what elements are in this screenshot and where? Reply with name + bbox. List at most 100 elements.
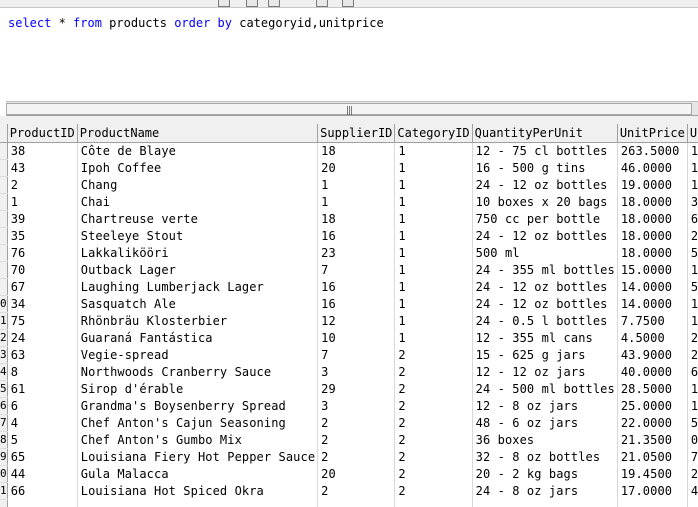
table-cell[interactable]: 24 - 12 oz bottles — [472, 278, 618, 295]
table-row[interactable]: 70 Outback Lager 7 1 24 - 355 ml bottles 15.0… — [0, 261, 698, 279]
table-cell[interactable]: 5 — [7, 431, 78, 448]
editor-horizontal-scrollbar[interactable]: ||| — [6, 101, 698, 116]
table-cell[interactable]: 1 — [394, 312, 473, 329]
table-cell[interactable]: 18.0000 — [617, 227, 688, 244]
table-cell[interactable]: 22.0000 — [617, 414, 688, 431]
column-header[interactable]: QuantityPerUnit — [472, 124, 618, 143]
table-cell[interactable]: 2 — [394, 482, 473, 499]
table-cell[interactable]: 2 — [317, 482, 396, 499]
scrollbar-thumb[interactable]: ||| — [6, 103, 692, 116]
table-cell[interactable]: 10 — [317, 329, 396, 346]
tool-icon[interactable] — [342, 0, 354, 7]
table-cell[interactable]: 1 — [687, 397, 698, 414]
table-cell[interactable]: Chartreuse verte — [77, 210, 319, 227]
table-cell[interactable]: 19.4500 — [617, 465, 688, 482]
table-row[interactable]: 43 Ipoh Coffee 20 1 16 - 500 g tins 46.0000 1 — [0, 159, 698, 177]
table-cell[interactable]: 1 — [687, 312, 698, 329]
table-cell[interactable]: Lakkalikööri — [77, 244, 319, 261]
table-cell[interactable]: 7.7500 — [617, 312, 688, 329]
table-cell[interactable]: 24 - 500 ml bottles — [472, 380, 618, 397]
table-cell[interactable]: 2 — [317, 448, 396, 465]
table-cell[interactable]: 20 — [317, 159, 396, 176]
table-cell[interactable]: 12 - 8 oz jars — [472, 397, 618, 414]
table-cell[interactable]: 3 — [317, 397, 396, 414]
table-row[interactable]: 5 61 Sirop d'érable 29 2 24 - 500 ml bottles 2… — [0, 380, 698, 398]
table-cell[interactable]: Louisiana Hot Spiced Okra — [77, 482, 319, 499]
table-cell[interactable]: 2 — [394, 414, 473, 431]
table-cell[interactable]: 75 — [7, 312, 78, 329]
row-header[interactable]: 3 — [0, 346, 8, 364]
table-cell[interactable]: 1 — [394, 329, 473, 346]
table-cell[interactable]: 24 - 0.5 l bottles — [472, 312, 618, 329]
table-cell[interactable]: 1 — [687, 159, 698, 176]
table-cell[interactable]: 3 — [687, 193, 698, 210]
table-cell[interactable]: 16 — [317, 227, 396, 244]
table-cell[interactable]: Ipoh Coffee — [77, 159, 319, 176]
table-cell[interactable]: 2 — [687, 465, 698, 482]
table-cell[interactable]: 24 — [7, 329, 78, 346]
table-cell[interactable]: 18 — [317, 142, 396, 159]
table-cell[interactable]: 7 — [687, 448, 698, 465]
table-cell[interactable]: 18 — [317, 210, 396, 227]
table-cell[interactable] — [617, 499, 688, 507]
row-header[interactable]: 5 — [0, 380, 8, 398]
table-cell[interactable]: Vegie-spread — [77, 346, 319, 363]
row-header[interactable]: 1 — [0, 482, 8, 500]
row-header[interactable]: 6 — [0, 397, 8, 415]
table-row[interactable]: 0 44 Gula Malacca 20 2 20 - 2 kg bags 19.4500 2 — [0, 465, 698, 483]
table-row[interactable]: 6 6 Grandma's Boysenberry Spread 3 2 12 - 8 o… — [0, 397, 698, 415]
table-cell[interactable]: 1 — [394, 261, 473, 278]
table-cell[interactable] — [687, 499, 698, 507]
table-cell[interactable]: 36 boxes — [472, 431, 618, 448]
table-cell[interactable]: 24 - 12 oz bottles — [472, 295, 618, 312]
table-cell[interactable]: 5 — [687, 414, 698, 431]
table-cell[interactable]: 24 - 355 ml bottles — [472, 261, 618, 278]
table-row[interactable]: 8 5 Chef Anton's Gumbo Mix 2 2 36 boxes 21.350… — [0, 431, 698, 449]
column-header[interactable]: ProductID — [7, 124, 78, 143]
table-cell[interactable]: Steeleye Stout — [77, 227, 319, 244]
table-cell[interactable]: 43.9000 — [617, 346, 688, 363]
table-cell[interactable]: Grandma's Boysenberry Spread — [77, 397, 319, 414]
table-cell[interactable]: 1 — [394, 278, 473, 295]
table-cell[interactable]: 1 — [687, 295, 698, 312]
table-cell[interactable]: 40.0000 — [617, 363, 688, 380]
table-row[interactable]: 2 Chang 1 1 24 - 12 oz bottles 19.0000 1 — [0, 176, 698, 194]
table-cell[interactable]: 16 - 500 g tins — [472, 159, 618, 176]
splitter[interactable] — [0, 116, 698, 124]
table-cell[interactable]: 14.0000 — [617, 278, 688, 295]
table-cell[interactable]: 48 - 6 oz jars — [472, 414, 618, 431]
table-cell[interactable]: 8 — [7, 363, 78, 380]
table-cell[interactable]: 1 — [687, 380, 698, 397]
table-cell[interactable]: 24 - 12 oz bottles — [472, 227, 618, 244]
table-cell[interactable]: 6 — [7, 397, 78, 414]
tool-icon[interactable] — [268, 0, 280, 7]
table-cell[interactable]: 6 — [687, 363, 698, 380]
table-cell[interactable]: 65 — [7, 448, 78, 465]
row-header[interactable] — [0, 499, 8, 507]
table-cell[interactable]: 14.0000 — [617, 295, 688, 312]
table-cell[interactable]: 7 — [317, 261, 396, 278]
table-row[interactable]: 38 Côte de Blaye 18 1 12 - 75 cl bottles 263.… — [0, 142, 698, 160]
row-header[interactable]: 7 — [0, 414, 8, 432]
table-cell[interactable]: 12 — [317, 312, 396, 329]
table-cell[interactable]: 2 — [394, 465, 473, 482]
table-cell[interactable]: 61 — [7, 380, 78, 397]
table-cell[interactable] — [394, 499, 473, 507]
row-header[interactable]: 0 — [0, 465, 8, 483]
table-cell[interactable]: Sirop d'érable — [77, 380, 319, 397]
table-row[interactable]: 3 63 Vegie-spread 7 2 15 - 625 g jars 43.9000 2 — [0, 346, 698, 364]
table-row[interactable]: 76 Lakkalikööri 23 1 500 ml 18.0000 5 — [0, 244, 698, 262]
table-cell[interactable]: 12 - 75 cl bottles — [472, 142, 618, 159]
row-header[interactable] — [0, 176, 8, 194]
table-cell[interactable]: 4 — [687, 482, 698, 499]
table-cell[interactable]: 4 — [7, 414, 78, 431]
row-header[interactable]: 8 — [0, 431, 8, 449]
row-header[interactable] — [0, 210, 8, 228]
table-cell[interactable]: 43 — [7, 159, 78, 176]
table-row[interactable] — [0, 499, 698, 507]
table-cell[interactable]: 1 — [394, 295, 473, 312]
table-cell[interactable]: Rhönbräu Klosterbier — [77, 312, 319, 329]
table-cell[interactable]: 2 — [394, 363, 473, 380]
table-cell[interactable]: 76 — [7, 244, 78, 261]
row-header[interactable]: 0 — [0, 295, 8, 313]
